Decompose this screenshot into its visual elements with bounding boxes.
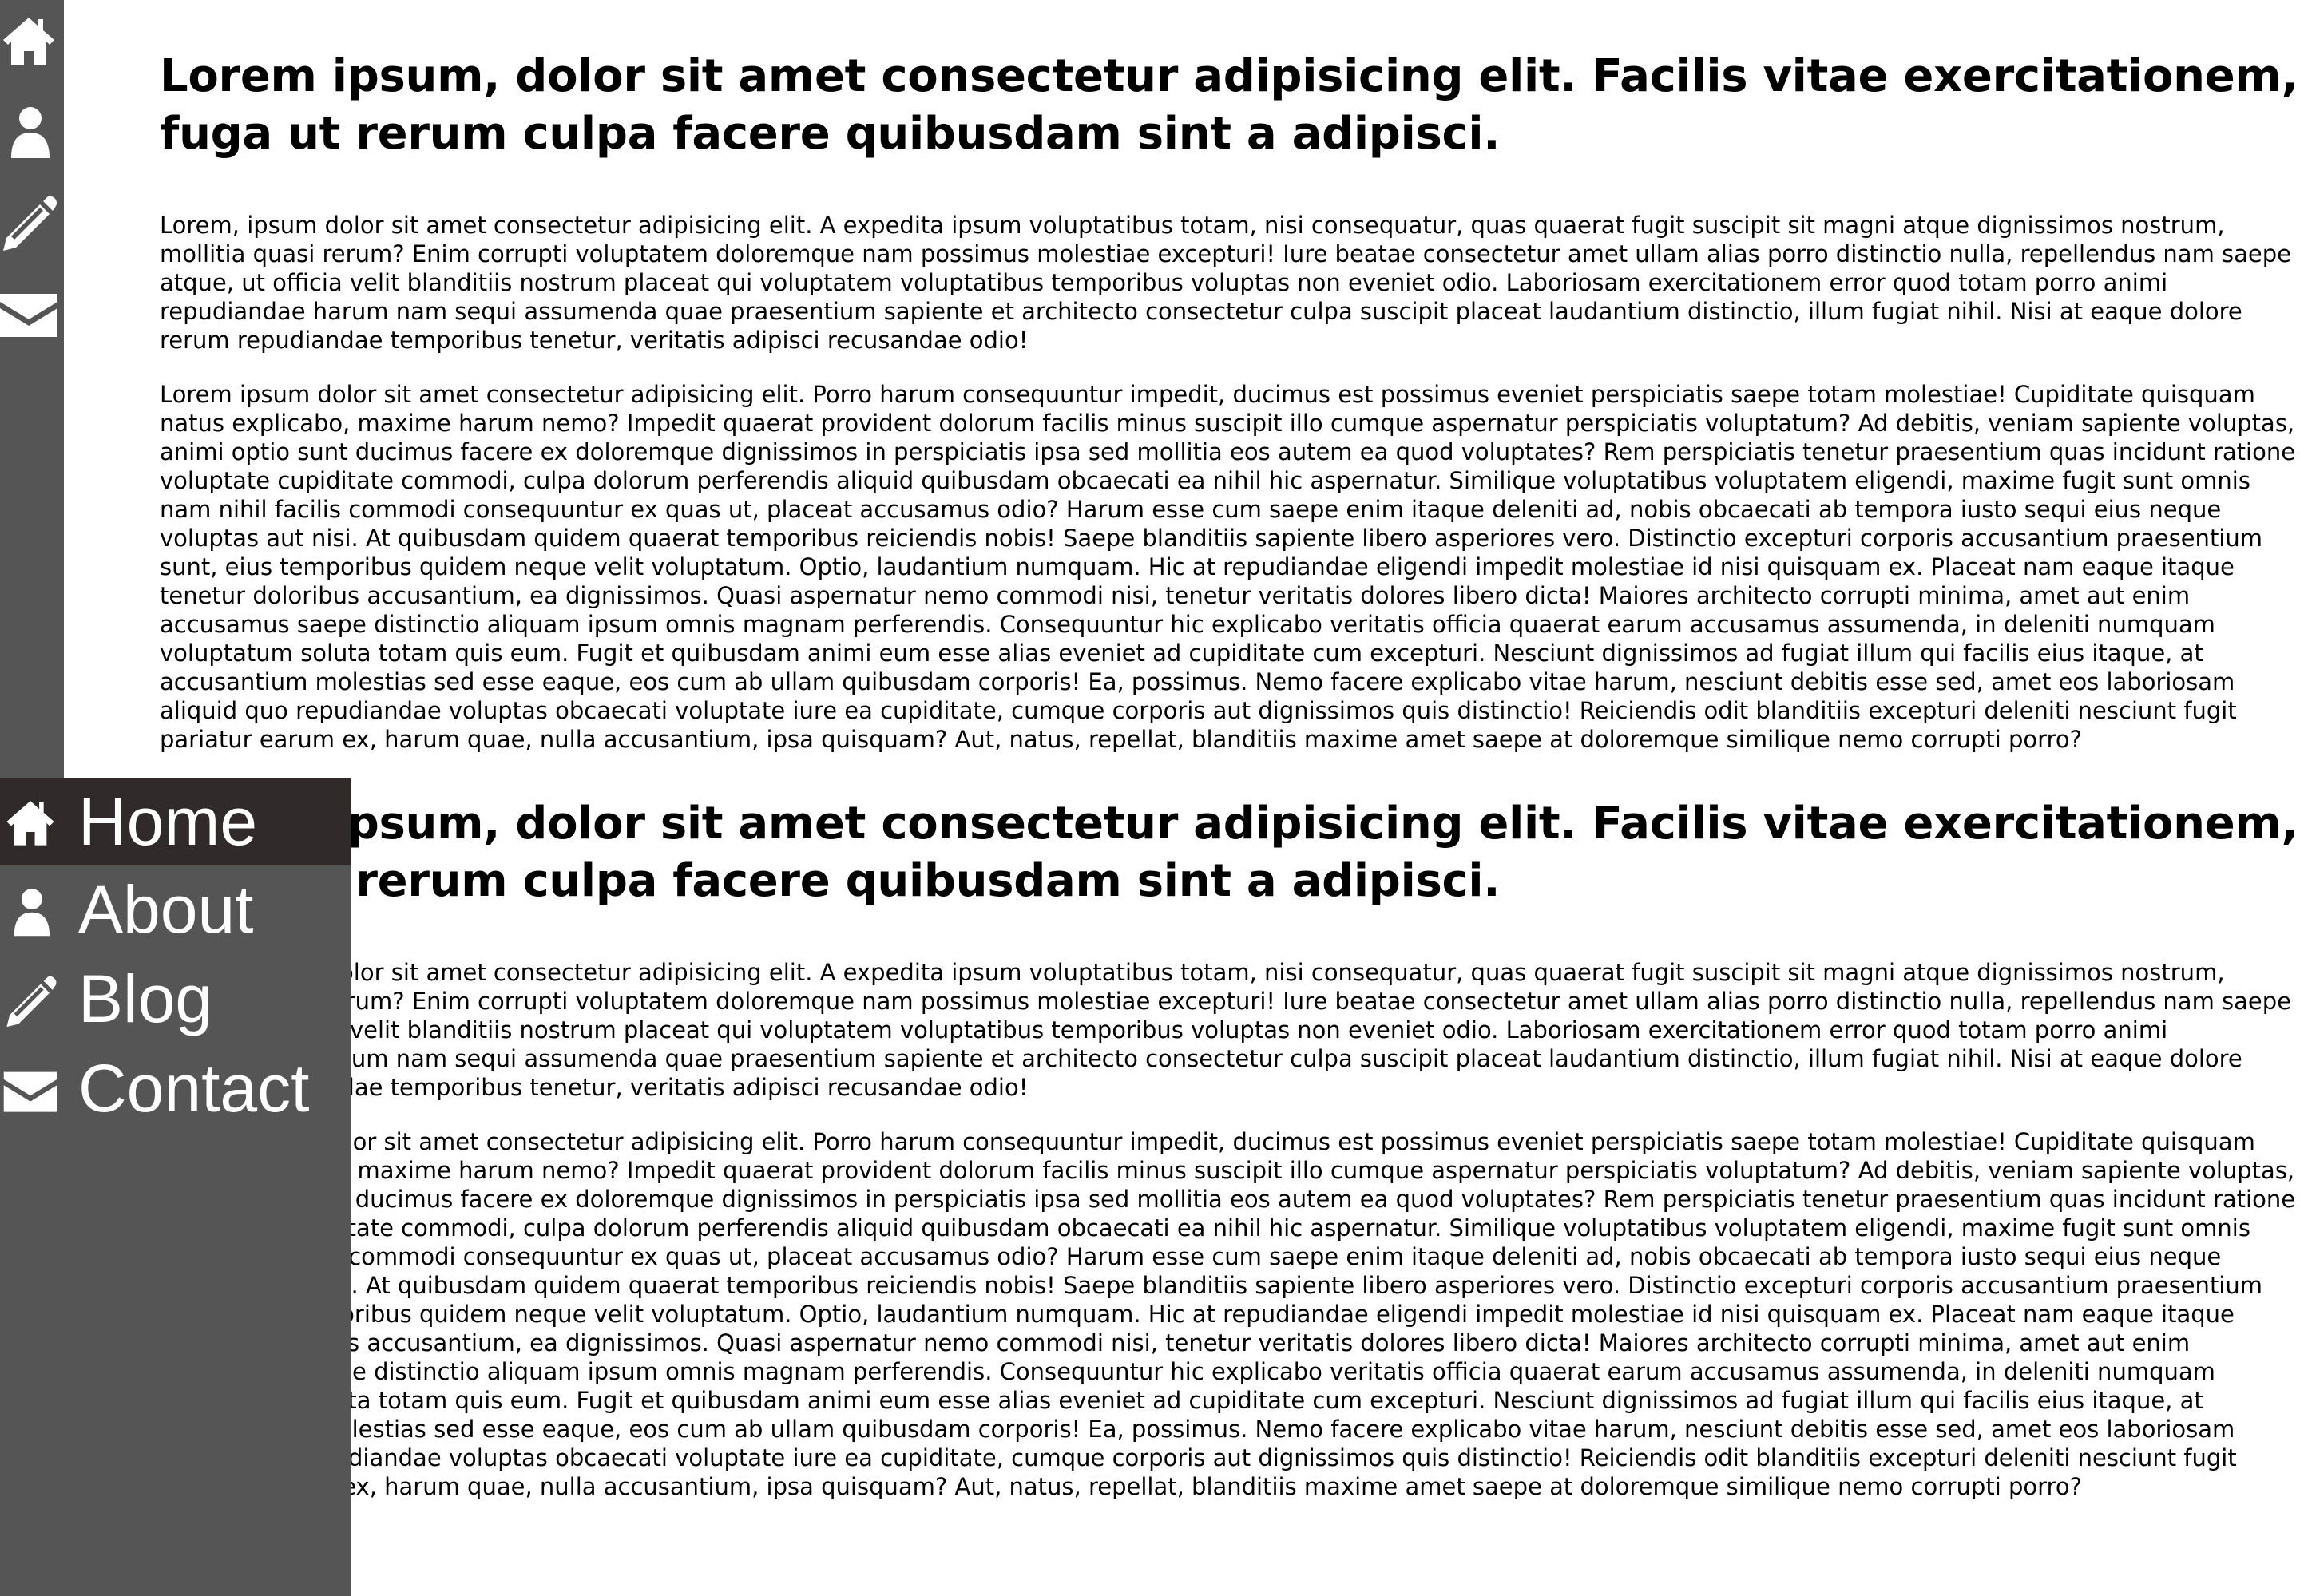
menu-item-home[interactable]: Home — [0, 778, 351, 865]
pencil-icon[interactable] — [0, 188, 58, 252]
menu-label: Contact — [78, 1051, 310, 1126]
user-icon[interactable] — [0, 97, 58, 161]
menu-label: About — [78, 872, 254, 947]
pencil-icon — [0, 967, 61, 1031]
menu-label: Home — [78, 784, 258, 859]
menu-item-about[interactable]: About — [0, 865, 351, 953]
article-section: Lorem ipsum, dolor sit amet consectetur … — [160, 795, 2300, 1501]
envelope-icon — [0, 1056, 61, 1120]
paragraph: Lorem ipsum dolor sit amet consectetur a… — [160, 1128, 2296, 1500]
home-icon — [0, 790, 61, 853]
menu-item-blog[interactable]: Blog — [0, 955, 351, 1043]
section-heading: Lorem ipsum, dolor sit amet consectetur … — [160, 50, 2298, 160]
home-icon[interactable] — [0, 8, 58, 72]
section-heading: Lorem ipsum, dolor sit amet consectetur … — [160, 798, 2298, 907]
expanded-menu: Home About Blog Contact — [0, 778, 351, 1596]
envelope-icon[interactable] — [0, 279, 58, 343]
article-section: Lorem ipsum, dolor sit amet consectetur … — [160, 48, 2300, 754]
paragraph: Lorem, ipsum dolor sit amet consectetur … — [160, 959, 2292, 1101]
menu-label: Blog — [78, 961, 213, 1036]
user-icon — [0, 877, 61, 941]
paragraph: Lorem ipsum dolor sit amet consectetur a… — [160, 381, 2296, 753]
menu-item-contact[interactable]: Contact — [0, 1044, 351, 1132]
paragraph: Lorem, ipsum dolor sit amet consectetur … — [160, 212, 2292, 354]
main-content: Lorem ipsum, dolor sit amet consectetur … — [160, 32, 2300, 1527]
